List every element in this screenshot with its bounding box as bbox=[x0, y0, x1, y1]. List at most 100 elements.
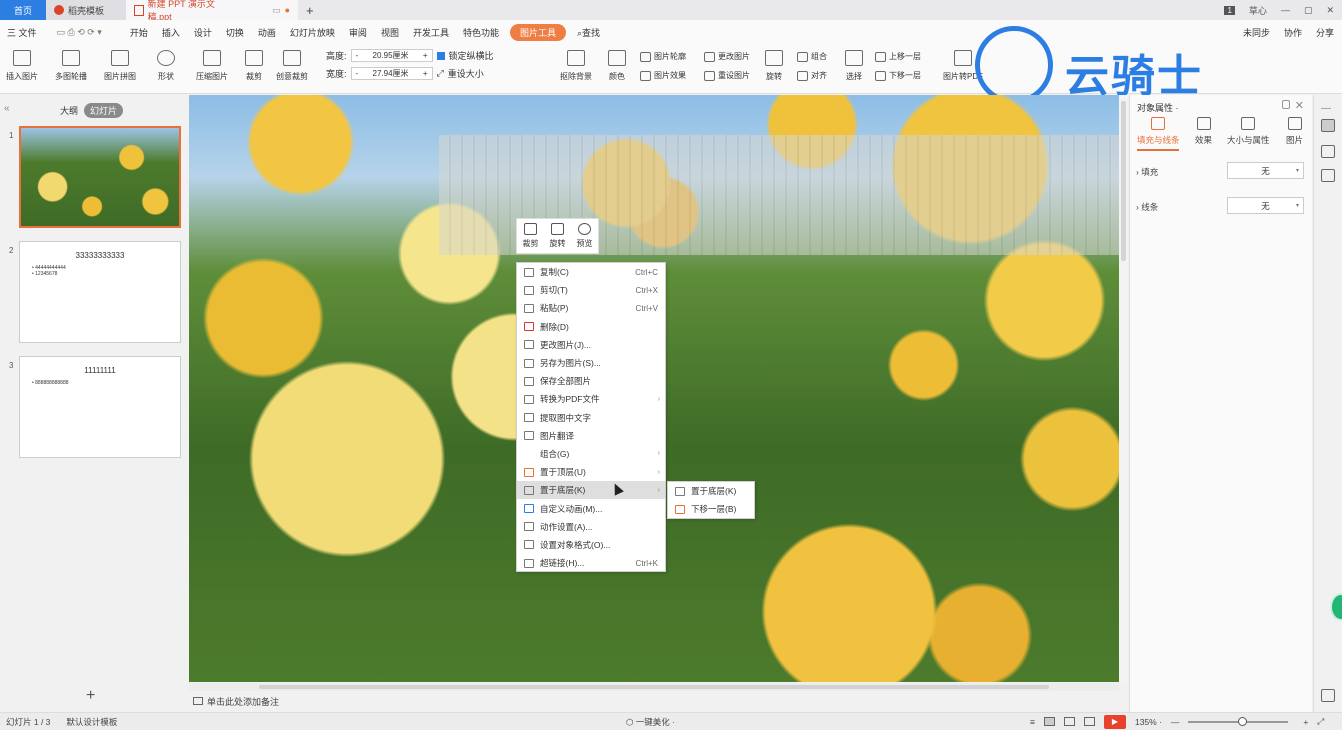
mini-crop-button[interactable]: 裁剪 bbox=[523, 223, 539, 249]
close-panel-icon[interactable]: ✕ bbox=[1295, 99, 1304, 112]
group-button[interactable]: 组合 bbox=[797, 51, 827, 62]
menu-bring-to-front[interactable]: 置于顶层(U) › bbox=[517, 463, 665, 481]
creative-crop-button[interactable]: 创意裁剪 bbox=[276, 50, 308, 82]
tab-slides[interactable]: 幻灯片 bbox=[84, 103, 124, 118]
zoom-in-button[interactable]: + bbox=[1303, 717, 1308, 727]
align-button[interactable]: 对齐 bbox=[797, 70, 827, 81]
scrollbar-thumb[interactable] bbox=[1121, 101, 1126, 261]
line-label[interactable]: › 线条 bbox=[1136, 201, 1158, 213]
mini-rotate-button[interactable]: 旋转 bbox=[550, 223, 566, 249]
rotate-button[interactable]: 旋转 bbox=[765, 50, 783, 82]
properties-icon[interactable] bbox=[1321, 119, 1335, 132]
menu-translate-picture[interactable]: 图片翻译 bbox=[517, 427, 665, 445]
tab-effects[interactable]: 效果 bbox=[1195, 117, 1212, 146]
mini-preview-button[interactable]: 预览 bbox=[577, 223, 593, 249]
grid-icon[interactable] bbox=[1321, 689, 1335, 702]
layers-icon[interactable] bbox=[1321, 169, 1335, 182]
reading-view-icon[interactable] bbox=[1083, 717, 1095, 726]
close-button[interactable]: ✕ bbox=[1326, 5, 1334, 16]
play-slideshow-button[interactable]: ▶ bbox=[1103, 714, 1126, 729]
shape-button[interactable]: 形状 bbox=[157, 50, 175, 82]
send-backward-button[interactable]: 下移一层 bbox=[875, 70, 921, 81]
menu-save-as-picture[interactable]: 另存为图片(S)... bbox=[517, 354, 665, 372]
tab-fill-and-line[interactable]: 填充与线条 bbox=[1137, 117, 1180, 146]
reset-size-button[interactable]: 重设大小 bbox=[448, 67, 484, 80]
menu-convert-pdf[interactable]: 转换为PDF文件 › bbox=[517, 390, 665, 408]
tab-size-properties[interactable]: 大小与属性 bbox=[1227, 117, 1270, 146]
slide-thumbnail-2[interactable]: 33333333333 • 44444444444 • 12345678 bbox=[19, 241, 181, 343]
panel-title[interactable]: 对象属性 · bbox=[1137, 101, 1179, 114]
menu-animation[interactable]: 动画 bbox=[251, 26, 283, 39]
reset-picture-button[interactable]: 重设图片 bbox=[704, 70, 750, 81]
line-select[interactable]: 无 ▾ bbox=[1227, 197, 1304, 214]
submenu-send-backward[interactable]: 下移一层(B) bbox=[668, 500, 754, 518]
change-picture-button[interactable]: 更改图片 bbox=[704, 51, 750, 62]
search-button[interactable]: ⌕查找 bbox=[570, 26, 607, 39]
fill-label[interactable]: › 填充 bbox=[1136, 166, 1158, 178]
picture-outline-button[interactable]: 图片轮廓 bbox=[640, 51, 686, 62]
maximize-button[interactable]: ▢ bbox=[1304, 5, 1313, 16]
minimize-button[interactable]: — bbox=[1281, 5, 1290, 15]
width-input[interactable]: -27.94厘米 + bbox=[350, 67, 433, 80]
file-menu[interactable]: 三 文件 bbox=[0, 26, 44, 39]
menu-custom-animation[interactable]: 自定义动画(M)... bbox=[517, 499, 665, 517]
menu-features[interactable]: 特色功能 bbox=[456, 26, 506, 39]
select-button[interactable]: 选择 bbox=[845, 50, 863, 82]
menu-view[interactable]: 视图 bbox=[374, 26, 406, 39]
quick-access-icons[interactable]: ▭ ⎙ ⟲ ⟳ ▾ bbox=[50, 27, 109, 38]
menu-format-object[interactable]: 设置对象格式(O)... bbox=[517, 536, 665, 554]
collaborate-button[interactable]: 协作 bbox=[1284, 26, 1302, 39]
menu-change-picture[interactable]: 更改图片(J)... bbox=[517, 336, 665, 354]
tab-outline[interactable]: 大纲 bbox=[60, 104, 78, 117]
slide-thumbnail-3[interactable]: 11111111 • 888888888888 bbox=[19, 356, 181, 458]
menu-insert[interactable]: 插入 bbox=[155, 26, 187, 39]
menu-start[interactable]: 开始 bbox=[123, 26, 155, 39]
slide-thumbnail-1[interactable] bbox=[19, 126, 181, 228]
horizontal-scrollbar[interactable] bbox=[189, 683, 1119, 691]
menu-delete[interactable]: 删除(D) bbox=[517, 318, 665, 336]
slide-sorter-icon[interactable] bbox=[1063, 717, 1075, 726]
menu-action-settings[interactable]: 动作设置(A)... bbox=[517, 518, 665, 536]
minimize-panel-icon[interactable]: — bbox=[1321, 103, 1335, 116]
crop-button[interactable]: 裁剪 bbox=[245, 50, 263, 82]
menu-paste[interactable]: 粘贴(P) Ctrl+V bbox=[517, 299, 665, 317]
share-button[interactable]: 分享 bbox=[1316, 26, 1334, 39]
picture-collage-button[interactable]: 图片拼图 bbox=[104, 50, 136, 82]
insert-picture-button[interactable]: 插入图片 bbox=[6, 50, 38, 82]
new-tab-button[interactable]: + bbox=[298, 0, 322, 20]
menu-developer[interactable]: 开发工具 bbox=[406, 26, 456, 39]
menu-picture-tools[interactable]: 图片工具 bbox=[509, 23, 566, 41]
tab-pin-icon[interactable]: ▭ bbox=[272, 5, 281, 16]
beautify-button[interactable]: ⬡ 一键美化 · bbox=[626, 716, 675, 728]
home-tab[interactable]: 首页 bbox=[0, 0, 46, 20]
zoom-level[interactable]: 135% · bbox=[1135, 717, 1162, 727]
submenu-send-to-back[interactable]: 置于底层(K) bbox=[668, 482, 754, 500]
notes-area[interactable]: 单击此处添加备注 bbox=[189, 693, 1119, 709]
menu-slideshow[interactable]: 幻灯片放映 bbox=[283, 26, 342, 39]
compress-picture-button[interactable]: 压缩图片 bbox=[196, 50, 228, 82]
notes-toggle-icon[interactable]: ≡ bbox=[1030, 717, 1035, 727]
lock-ratio-checkbox[interactable] bbox=[436, 51, 445, 60]
lock-icon[interactable] bbox=[1282, 100, 1290, 109]
zoom-out-button[interactable]: — bbox=[1171, 717, 1180, 727]
bring-forward-button[interactable]: 上移一层 bbox=[875, 51, 921, 62]
menu-copy[interactable]: 复制(C) Ctrl+C bbox=[517, 263, 665, 281]
menu-design[interactable]: 设计 bbox=[187, 26, 219, 39]
add-slide-button[interactable]: + bbox=[86, 687, 95, 705]
menu-extract-text[interactable]: 提取图中文字 bbox=[517, 409, 665, 427]
tab-picture[interactable]: 图片 bbox=[1286, 117, 1303, 146]
menu-save-all-pictures[interactable]: 保存全部图片 bbox=[517, 372, 665, 390]
menu-group[interactable]: 组合(G) › bbox=[517, 445, 665, 463]
menu-send-to-back[interactable]: 置于底层(K) › bbox=[517, 481, 665, 500]
normal-view-icon[interactable] bbox=[1043, 717, 1055, 726]
vertical-scrollbar[interactable] bbox=[1119, 95, 1128, 682]
height-input[interactable]: -20.95厘米 + bbox=[350, 49, 433, 62]
tab-ppt-document[interactable]: 新建 PPT 演示文稿.ppt ▭ ● bbox=[126, 0, 298, 22]
scrollbar-thumb[interactable] bbox=[259, 685, 1049, 689]
zoom-slider[interactable] bbox=[1188, 716, 1289, 726]
fit-window-icon[interactable]: ⤢ bbox=[1317, 716, 1324, 727]
menu-review[interactable]: 审阅 bbox=[342, 26, 374, 39]
menu-cut[interactable]: 剪切(T) Ctrl+X bbox=[517, 281, 665, 299]
template-name[interactable]: 默认设计模板 bbox=[66, 716, 117, 728]
remove-background-button[interactable]: 抠除背景 bbox=[560, 50, 592, 82]
